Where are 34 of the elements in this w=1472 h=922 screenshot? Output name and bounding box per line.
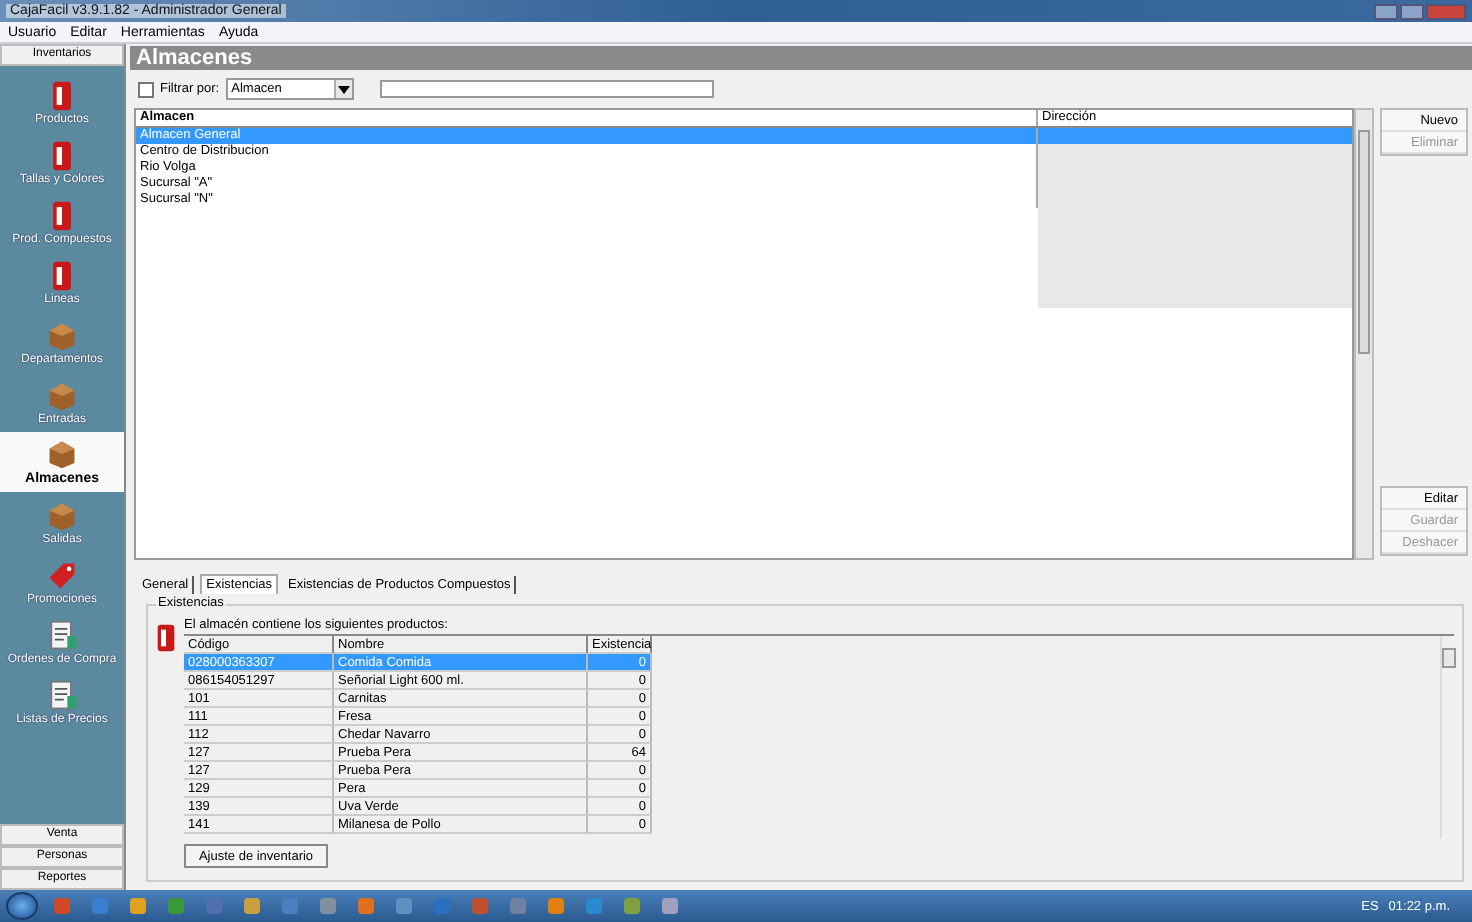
taskbar-icon[interactable] bbox=[162, 892, 190, 920]
taskbar-icon[interactable] bbox=[618, 892, 646, 920]
taskbar-icon[interactable] bbox=[580, 892, 608, 920]
minimize-button[interactable] bbox=[1374, 3, 1398, 19]
tag-icon bbox=[46, 559, 78, 591]
taskbar-icon[interactable] bbox=[504, 892, 532, 920]
box-icon bbox=[46, 499, 78, 531]
filter-checkbox[interactable] bbox=[138, 81, 154, 97]
box-icon bbox=[46, 319, 78, 351]
box-icon bbox=[46, 438, 78, 470]
taskbar-icon[interactable] bbox=[428, 892, 456, 920]
taskbar-icon[interactable] bbox=[656, 892, 684, 920]
taskbar-icon[interactable] bbox=[124, 892, 152, 920]
taskbar-icon[interactable] bbox=[390, 892, 418, 920]
can-icon bbox=[156, 622, 176, 654]
taskbar-icon[interactable] bbox=[86, 892, 114, 920]
caret-icon bbox=[337, 85, 350, 93]
taskbar-icon[interactable] bbox=[238, 892, 266, 920]
start-button[interactable] bbox=[6, 892, 38, 920]
maximize-button[interactable] bbox=[1400, 3, 1424, 19]
taskbar-icon[interactable] bbox=[200, 892, 228, 920]
taskbar-icon[interactable] bbox=[466, 892, 494, 920]
section-header: Almacenes bbox=[130, 46, 1472, 70]
filter-input-field[interactable] bbox=[379, 80, 714, 98]
close-button[interactable] bbox=[1426, 3, 1466, 19]
taskbar-icon[interactable] bbox=[48, 892, 76, 920]
taskbar-icon[interactable] bbox=[542, 892, 570, 920]
document-icon bbox=[46, 619, 78, 651]
box-icon bbox=[46, 379, 78, 411]
taskbar-icon[interactable] bbox=[276, 892, 304, 920]
taskbar-icon[interactable] bbox=[314, 892, 342, 920]
document-icon bbox=[46, 679, 78, 711]
taskbar-icon[interactable] bbox=[352, 892, 380, 920]
scrollbar[interactable] bbox=[1354, 108, 1374, 560]
